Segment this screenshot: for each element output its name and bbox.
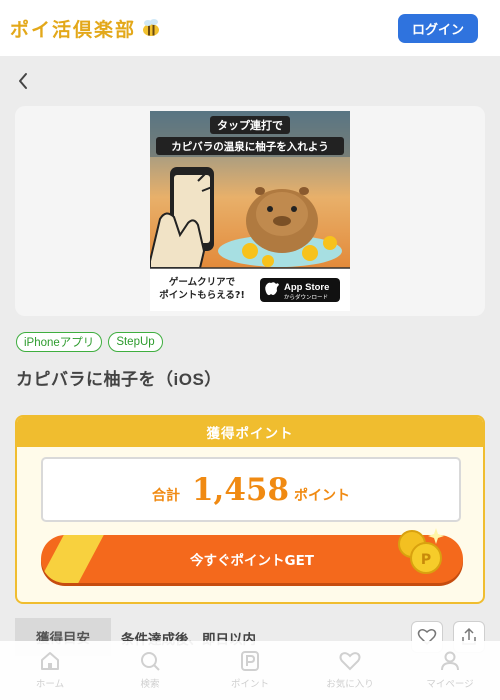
store-sub-text: からダウンロード: [284, 293, 328, 301]
header: ポイ活倶楽部 ログイン: [0, 0, 500, 56]
tab-search-label: 検索: [140, 679, 160, 690]
tab-points[interactable]: ポイント: [200, 641, 300, 700]
bottom-tab-bar: ホーム 検索 ポイント お気に入り マイページ: [0, 641, 500, 700]
points-icon: [241, 651, 259, 671]
tag-stepup: StepUp: [108, 332, 163, 352]
tab-home[interactable]: ホーム: [0, 641, 100, 700]
logo-bee-icon: [143, 19, 160, 36]
button-stripe: [41, 535, 104, 583]
store-big-text: App Store: [284, 282, 329, 293]
tab-search[interactable]: 検索: [100, 641, 200, 700]
banner-container: タップ連打で カピバラの温泉に柚子を入れよう ゲームクリアで ポイントもらえる?…: [15, 106, 485, 316]
offer-title: カピバラに柚子を（iOS）: [16, 370, 222, 389]
tab-points-label: ポイント: [230, 679, 269, 690]
svg-text:P: P: [421, 552, 431, 568]
back-button[interactable]: [12, 68, 36, 94]
total-points-value: 1,458: [191, 471, 290, 508]
points-header: 獲得ポイント: [17, 417, 483, 447]
chevron-left-icon: [19, 73, 27, 89]
get-points-label: 今すぐポイントGET: [189, 553, 314, 569]
total-points-box: 合計 1,458 ポイント: [41, 457, 461, 522]
banner-line2: カピバラの温泉に柚子を入れよう: [171, 140, 329, 153]
tab-mypage-label: マイページ: [426, 679, 474, 690]
banner-footer-line2: ポイントもらえる?!: [159, 289, 245, 301]
tab-favorites-label: お気に入り: [326, 679, 374, 690]
tag-list: iPhoneアプリ StepUp: [16, 332, 163, 352]
coins-icon: P: [398, 528, 444, 574]
search-icon: [141, 652, 160, 671]
site-logo[interactable]: ポイ活倶楽部: [10, 14, 162, 42]
total-unit: ポイント: [294, 487, 351, 504]
login-button[interactable]: ログイン: [398, 14, 478, 43]
banner-line1: タップ連打で: [217, 118, 283, 132]
offer-banner[interactable]: タップ連打で カピバラの温泉に柚子を入れよう ゲームクリアで ポイントもらえる?…: [150, 111, 350, 311]
tab-favorites[interactable]: お気に入り: [300, 641, 400, 700]
app-store-badge[interactable]: App Store からダウンロード: [260, 278, 340, 302]
tab-mypage[interactable]: マイページ: [400, 641, 500, 700]
total-label: 合計: [151, 487, 180, 504]
tag-iphone-app: iPhoneアプリ: [16, 332, 103, 352]
user-icon: [441, 651, 459, 671]
banner-footer-line1: ゲームクリアで: [169, 276, 236, 288]
tab-home-label: ホーム: [35, 679, 65, 690]
logo-text: ポイ活倶楽部: [10, 18, 137, 41]
home-icon: [41, 652, 59, 670]
heart-icon: [339, 652, 361, 671]
